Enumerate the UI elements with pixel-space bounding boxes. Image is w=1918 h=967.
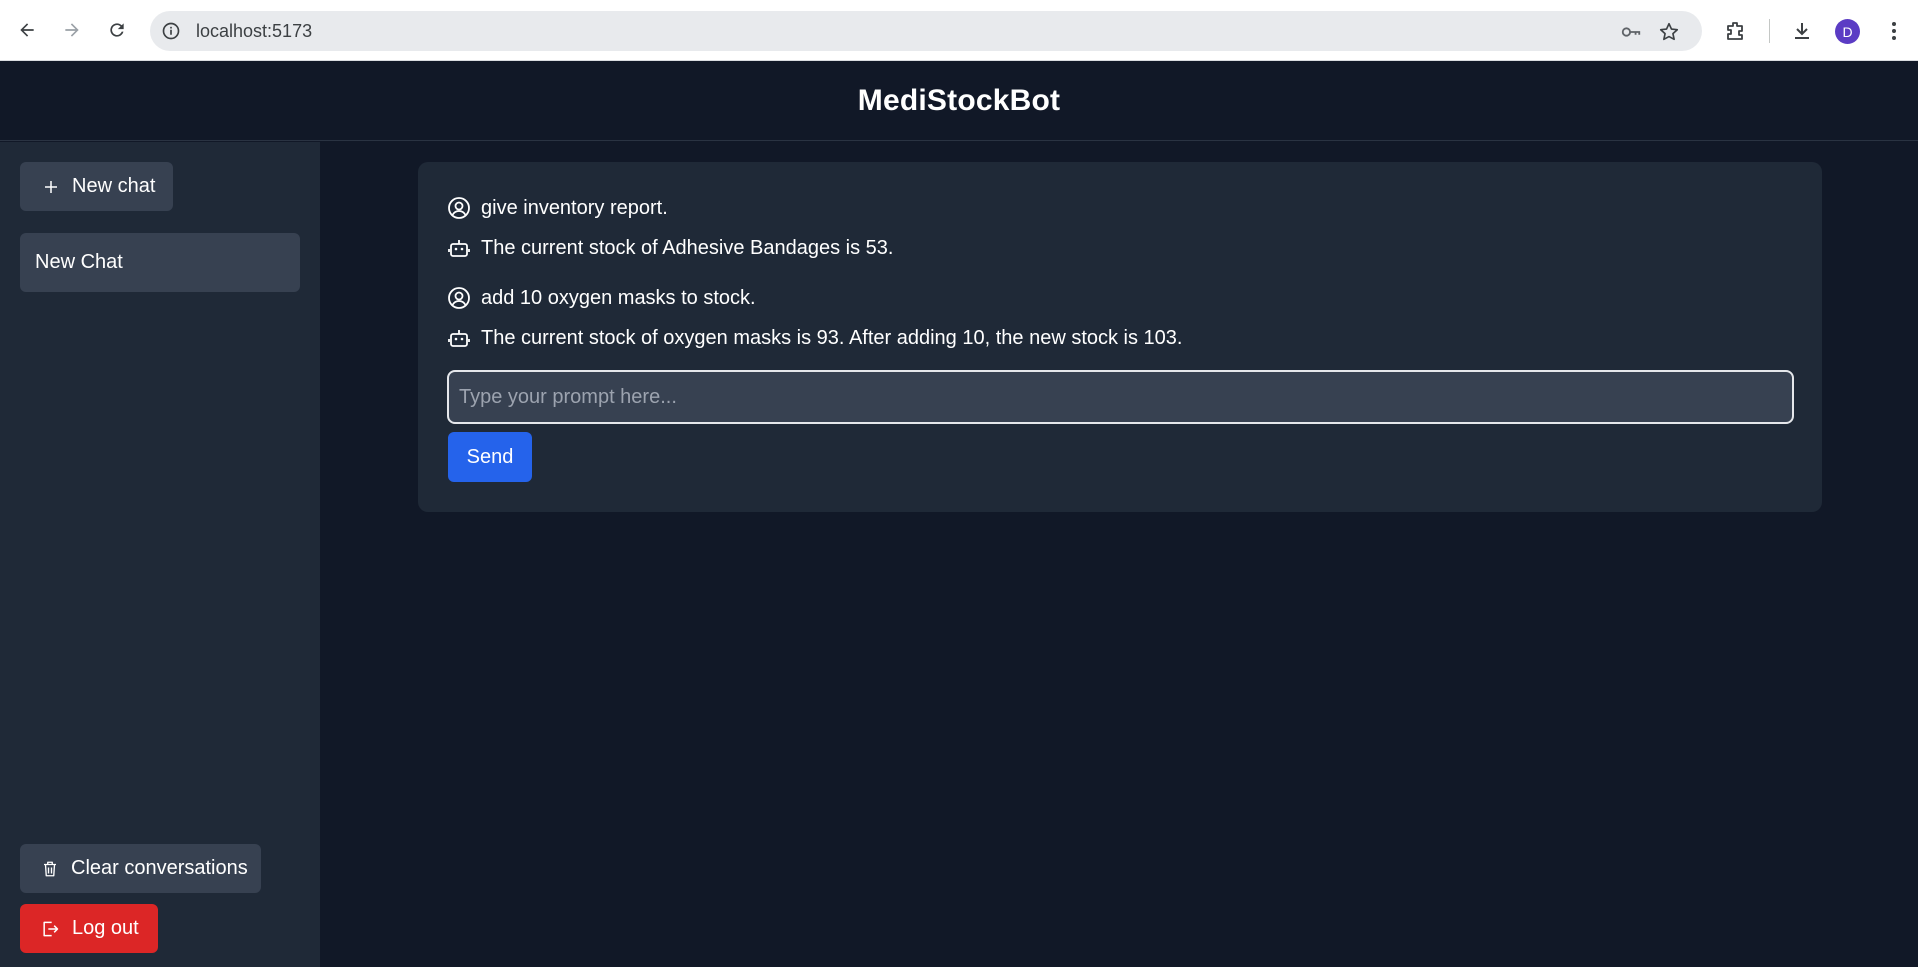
address-bar[interactable]: localhost:5173	[150, 11, 1702, 51]
logout-button[interactable]: Log out	[20, 904, 158, 953]
chat-list-item[interactable]: New Chat	[20, 233, 300, 292]
message-text: give inventory report.	[481, 196, 668, 219]
profile-avatar[interactable]: D	[1835, 19, 1860, 44]
sidebar: New chat New Chat Clear conversations Lo…	[0, 142, 320, 967]
clear-conversations-button[interactable]: Clear conversations	[20, 844, 261, 893]
user-message: add 10 oxygen masks to stock.	[447, 286, 756, 310]
url-text: localhost:5173	[196, 21, 313, 41]
arrow-right-icon	[65, 23, 79, 37]
back-button[interactable]	[10, 13, 44, 47]
robot-icon	[448, 330, 470, 347]
bot-message: The current stock of Adhesive Bandages i…	[447, 236, 893, 260]
robot-icon	[448, 240, 470, 257]
new-chat-label: New chat	[72, 175, 156, 197]
chat-item-title: New Chat	[35, 251, 123, 273]
site-info-icon[interactable]	[161, 21, 181, 41]
arrow-left-icon	[20, 23, 34, 37]
download-icon[interactable]	[1790, 19, 1814, 43]
key-icon[interactable]	[1620, 21, 1642, 43]
reload-icon	[110, 23, 124, 37]
star-icon[interactable]	[1658, 21, 1680, 43]
send-button[interactable]: Send	[448, 432, 532, 482]
more-vert-icon[interactable]	[1882, 19, 1906, 43]
extensions-icon[interactable]	[1724, 19, 1748, 43]
forward-button[interactable]	[55, 13, 89, 47]
prompt-input[interactable]	[447, 370, 1794, 424]
message-text: add 10 oxygen masks to stock.	[481, 286, 756, 309]
logout-icon	[43, 921, 59, 936]
plus-icon	[45, 180, 57, 193]
browser-toolbar: localhost:5173 D	[0, 0, 1918, 61]
app-title: MediStockBot	[857, 83, 1061, 117]
user-circle-icon	[448, 287, 470, 309]
chat-panel: give inventory report. The current stock…	[418, 162, 1822, 512]
message-text: The current stock of oxygen masks is 93.…	[481, 326, 1183, 349]
toolbar-divider	[1769, 19, 1770, 43]
new-chat-button[interactable]: New chat	[20, 162, 173, 211]
user-circle-icon	[448, 197, 470, 219]
app-header: MediStockBot	[0, 61, 1918, 141]
reload-button[interactable]	[100, 13, 134, 47]
logout-label: Log out	[72, 917, 139, 939]
clear-conversations-label: Clear conversations	[71, 857, 248, 879]
bot-message: The current stock of oxygen masks is 93.…	[447, 326, 1182, 350]
user-message: give inventory report.	[447, 196, 668, 220]
message-text: The current stock of Adhesive Bandages i…	[481, 236, 894, 259]
trash-icon	[44, 861, 56, 876]
